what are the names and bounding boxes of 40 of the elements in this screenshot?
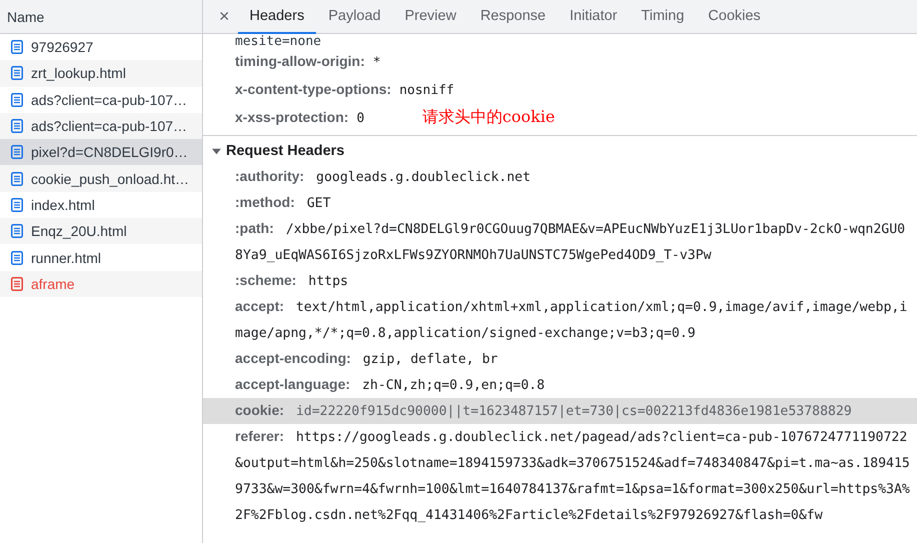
header-entry: :method: GET (235, 196, 331, 211)
name-column-header[interactable]: Name (0, 0, 202, 34)
header-name: x-content-type-options: (235, 80, 392, 99)
request-row[interactable]: pixel?d=CN8DELGI9r0… (0, 139, 202, 166)
request-name: pixel?d=CN8DELGI9r0… (31, 144, 188, 160)
header-entry: accept-encoding: gzip, deflate, br (235, 352, 498, 367)
details-tab[interactable]: Cookies (696, 0, 773, 34)
details-tab[interactable]: Response (468, 0, 558, 34)
request-row[interactable]: ads?client=ca-pub-107… (0, 112, 202, 140)
request-name: 97926927 (31, 39, 94, 56)
request-name: aframe (31, 276, 75, 292)
header-entry: :scheme: https (235, 274, 348, 289)
header-value: nosniff (399, 82, 454, 100)
request-name: ads?client=ca-pub-107… (31, 118, 188, 134)
request-name: ads?client=ca-pub-107… (31, 92, 188, 108)
request-row[interactable]: cookie_push_onload.ht… (0, 165, 202, 192)
request-name: runner.html (31, 250, 102, 266)
annotation-text: 请求头中的cookie (422, 106, 555, 128)
details-tab[interactable]: Payload (316, 0, 393, 34)
header-name: timing-allow-origin: (235, 52, 365, 71)
request-row[interactable]: aframe (0, 270, 202, 297)
header-value: * (372, 54, 381, 72)
details-tab[interactable]: Preview (392, 0, 468, 34)
request-name: Enqz_20U.html (31, 223, 127, 240)
header-entry: cookie: id=22220f915dc90000||t=1623487157|et=730|cs=002213fd4836e1981e53788829 (235, 404, 852, 419)
header-value: mesite=none (235, 34, 322, 49)
header-value: 0 (356, 110, 364, 128)
header-entry: :authority: googleads.g.doubleclick.net (235, 170, 531, 185)
request-name: index.html (31, 196, 95, 213)
section-header[interactable]: Request Headers (203, 138, 917, 164)
request-row[interactable]: Enqz_20U.html (0, 218, 202, 244)
header-entry: accept-language: zh-CN,zh;q=0.9,en;q=0.8 (235, 378, 545, 393)
request-name: cookie_push_onload.ht… (31, 170, 190, 187)
details-tab[interactable]: Headers (238, 0, 316, 34)
request-row[interactable]: zrt_lookup.html (0, 60, 202, 87)
details-tab[interactable]: Initiator (558, 0, 630, 34)
header-entry: referer: https://googleads.g.doubleclick.net/pagead/ads?client=ca-pub-1076724771190722&output=html&h=250&slotname=1894159733&adk=3706751524&adf=748340847&pi=t.ma~as.1894159733&w=300&fwrn=4&fwrnh=100&lmt=1640784137&rafmt=1&psa=1&format=300x250&url=https%3A%2F%2Fblog.csdn.net%2Fqq_41431406%2Farticle%2Fdetails%2F97926927&flash=0&fw (235, 430, 910, 523)
header-name: x-xss-protection: (235, 108, 349, 127)
details-tab[interactable]: Timing (629, 0, 696, 34)
request-name: zrt_lookup.html (31, 65, 126, 82)
